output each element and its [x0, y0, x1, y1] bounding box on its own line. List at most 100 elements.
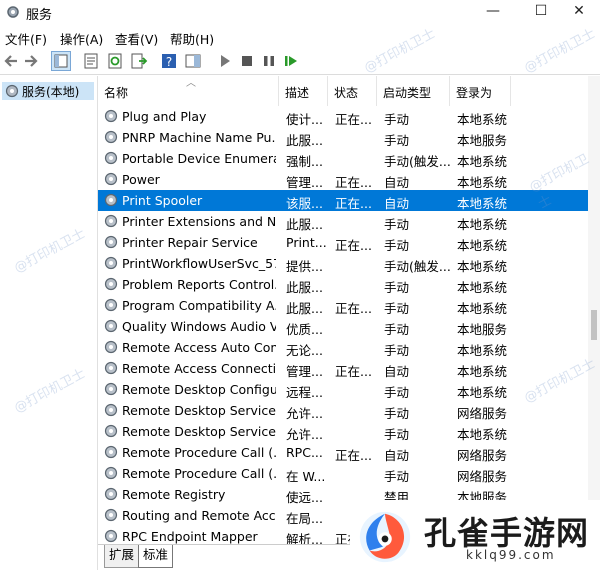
properties-icon[interactable] [82, 52, 100, 70]
service-name: Remote Procedure Call (... [122, 445, 276, 460]
pause-service-icon[interactable] [260, 52, 278, 70]
peacock-logo-icon [359, 511, 411, 563]
service-startup-type: 自动 [384, 448, 410, 463]
table-row[interactable]: PrintWorkflowUserSvc_57... 提供... 手动(触发... 本… [98, 253, 600, 274]
service-name: Problem Reports Control... [122, 277, 276, 292]
scrollbar-thumb[interactable] [591, 310, 597, 340]
table-row[interactable]: Remote Procedure Call (... RPC... 正在... 自动 网… [98, 442, 600, 463]
table-row[interactable]: Printer Repair Service Print... 正在... 手动 本地系… [98, 232, 600, 253]
table-row[interactable]: Program Compatibility A... 此服... 正在... 手动 本地… [98, 295, 600, 316]
gear-icon [104, 424, 118, 438]
service-name: Routing and Remote Acc... [122, 508, 276, 523]
service-name: RPC Endpoint Mapper [122, 529, 258, 544]
gear-icon [104, 445, 118, 459]
service-log-on-as: 本地系统 [457, 196, 508, 211]
gear-icon [104, 361, 118, 375]
service-log-on-as: 本地系统 [457, 112, 508, 127]
service-log-on-as: 本地系统 [457, 280, 508, 295]
forward-arrow-icon[interactable] [22, 52, 40, 70]
table-row[interactable]: Remote Desktop Configu... 远程... 手动 本地系统 [98, 379, 600, 400]
tree-item-label: 服务(本地) [22, 85, 80, 99]
service-name: Program Compatibility A... [122, 298, 276, 313]
tab-extended[interactable]: 扩展 [104, 545, 140, 568]
table-row[interactable]: Plug and Play 使计... 正在... 手动 本地系统 [98, 106, 600, 127]
gear-icon [104, 109, 118, 123]
service-description: 使远... [286, 490, 323, 505]
help-icon[interactable]: ? [160, 52, 178, 70]
table-row[interactable]: Remote Access Connecti... 管理... 正在... 自动 本地系… [98, 358, 600, 379]
back-arrow-icon[interactable] [2, 52, 20, 70]
service-startup-type: 自动 [384, 175, 410, 190]
table-row[interactable]: Portable Device Enumera... 强制... 手动(触发... 本… [98, 148, 600, 169]
service-log-on-as: 本地服务 [457, 322, 508, 337]
service-startup-type: 手动 [384, 238, 410, 253]
service-name: Remote Procedure Call (... [122, 466, 276, 481]
menu-action[interactable]: 操作(A) [60, 29, 103, 48]
gear-icon [104, 277, 118, 291]
menu-view[interactable]: 查看(V) [115, 29, 158, 48]
table-row[interactable]: Printer Extensions and N... 此服... 手动 本地系统 [98, 211, 600, 232]
stop-service-icon[interactable] [238, 52, 256, 70]
service-description: 在 W... [286, 469, 326, 484]
gear-icon [104, 487, 118, 501]
service-description: 此服... [286, 301, 323, 316]
column-header-label: 描述 [285, 86, 310, 100]
gear-icon [104, 340, 118, 354]
console-tree: 服务(本地) [0, 76, 98, 570]
service-log-on-as: 网络服务 [457, 406, 508, 421]
column-header-log-on-as[interactable]: 登录为 [450, 76, 511, 106]
refresh-icon[interactable] [106, 52, 124, 70]
table-row[interactable]: Remote Procedure Call (... 在 W... 手动 网络服务 [98, 463, 600, 484]
close-button[interactable]: ✕ [556, 0, 600, 22]
table-row[interactable]: Quality Windows Audio V... 优质... 手动 本地服务 [98, 316, 600, 337]
list-header: 名称 ︿ 描述 状态 启动类型 登录为 [98, 76, 600, 106]
table-row[interactable]: PNRP Machine Name Pu... 此服... 手动 本地服务 [98, 127, 600, 148]
column-header-description[interactable]: 描述 [279, 76, 328, 106]
tree-item-services-local[interactable]: 服务(本地) [2, 82, 94, 100]
column-header-label: 启动类型 [383, 86, 432, 100]
gear-icon [104, 193, 118, 207]
service-status: 正在... [335, 175, 372, 190]
column-header-status[interactable]: 状态 [328, 76, 377, 106]
table-row[interactable]: Remote Access Auto Con... 无论... 手动 本地系统 [98, 337, 600, 358]
service-description: 管理... [286, 364, 323, 379]
column-header-name[interactable]: 名称 ︿ [98, 76, 279, 106]
logo-domain: kklq99.com [466, 548, 556, 562]
service-startup-type: 手动 [384, 280, 410, 295]
gear-icon [104, 256, 118, 270]
service-startup-type: 手动 [384, 133, 410, 148]
menu-file[interactable]: 文件(F) [5, 29, 47, 48]
service-log-on-as: 本地系统 [457, 385, 508, 400]
console-tree-icon[interactable] [51, 51, 71, 71]
tab-standard[interactable]: 标准 [138, 545, 174, 568]
service-startup-type: 自动 [384, 364, 410, 379]
show-action-pane-icon[interactable] [184, 52, 202, 70]
minimize-button[interactable]: — [470, 0, 516, 22]
service-description: 此服... [286, 217, 323, 232]
gear-icon [104, 172, 118, 186]
menu-help[interactable]: 帮助(H) [170, 29, 214, 48]
column-header-startup-type[interactable]: 启动类型 [377, 76, 450, 106]
restart-service-icon[interactable] [282, 52, 300, 70]
window-title: 服务 [26, 8, 53, 23]
service-name: Power [122, 172, 160, 187]
service-description: 远程... [286, 385, 323, 400]
service-log-on-as: 本地系统 [457, 154, 508, 169]
table-row[interactable]: Print Spooler 该服... 正在... 自动 本地系统 [98, 190, 600, 211]
table-row[interactable]: Problem Reports Control... 此服... 手动 本地系统 [98, 274, 600, 295]
svg-text:?: ? [166, 55, 172, 69]
service-startup-type: 手动 [384, 469, 410, 484]
column-header-label: 名称 [104, 86, 129, 100]
site-logo: 孔雀手游网 kklq99.com [350, 500, 600, 570]
export-list-icon[interactable] [130, 52, 148, 70]
table-row[interactable]: Remote Desktop Services 允许... 手动 网络服务 [98, 400, 600, 421]
gear-icon [104, 298, 118, 312]
table-row[interactable]: Remote Desktop Service... 允许... 手动 本地系统 [98, 421, 600, 442]
gear-icon [104, 319, 118, 333]
service-status: 正在... [335, 238, 372, 253]
gear-icon [104, 382, 118, 396]
start-service-icon[interactable] [216, 52, 234, 70]
service-description: 强制... [286, 154, 323, 169]
vertical-scrollbar[interactable] [588, 76, 600, 544]
table-row[interactable]: Power 管理... 正在... 自动 本地系统 [98, 169, 600, 190]
